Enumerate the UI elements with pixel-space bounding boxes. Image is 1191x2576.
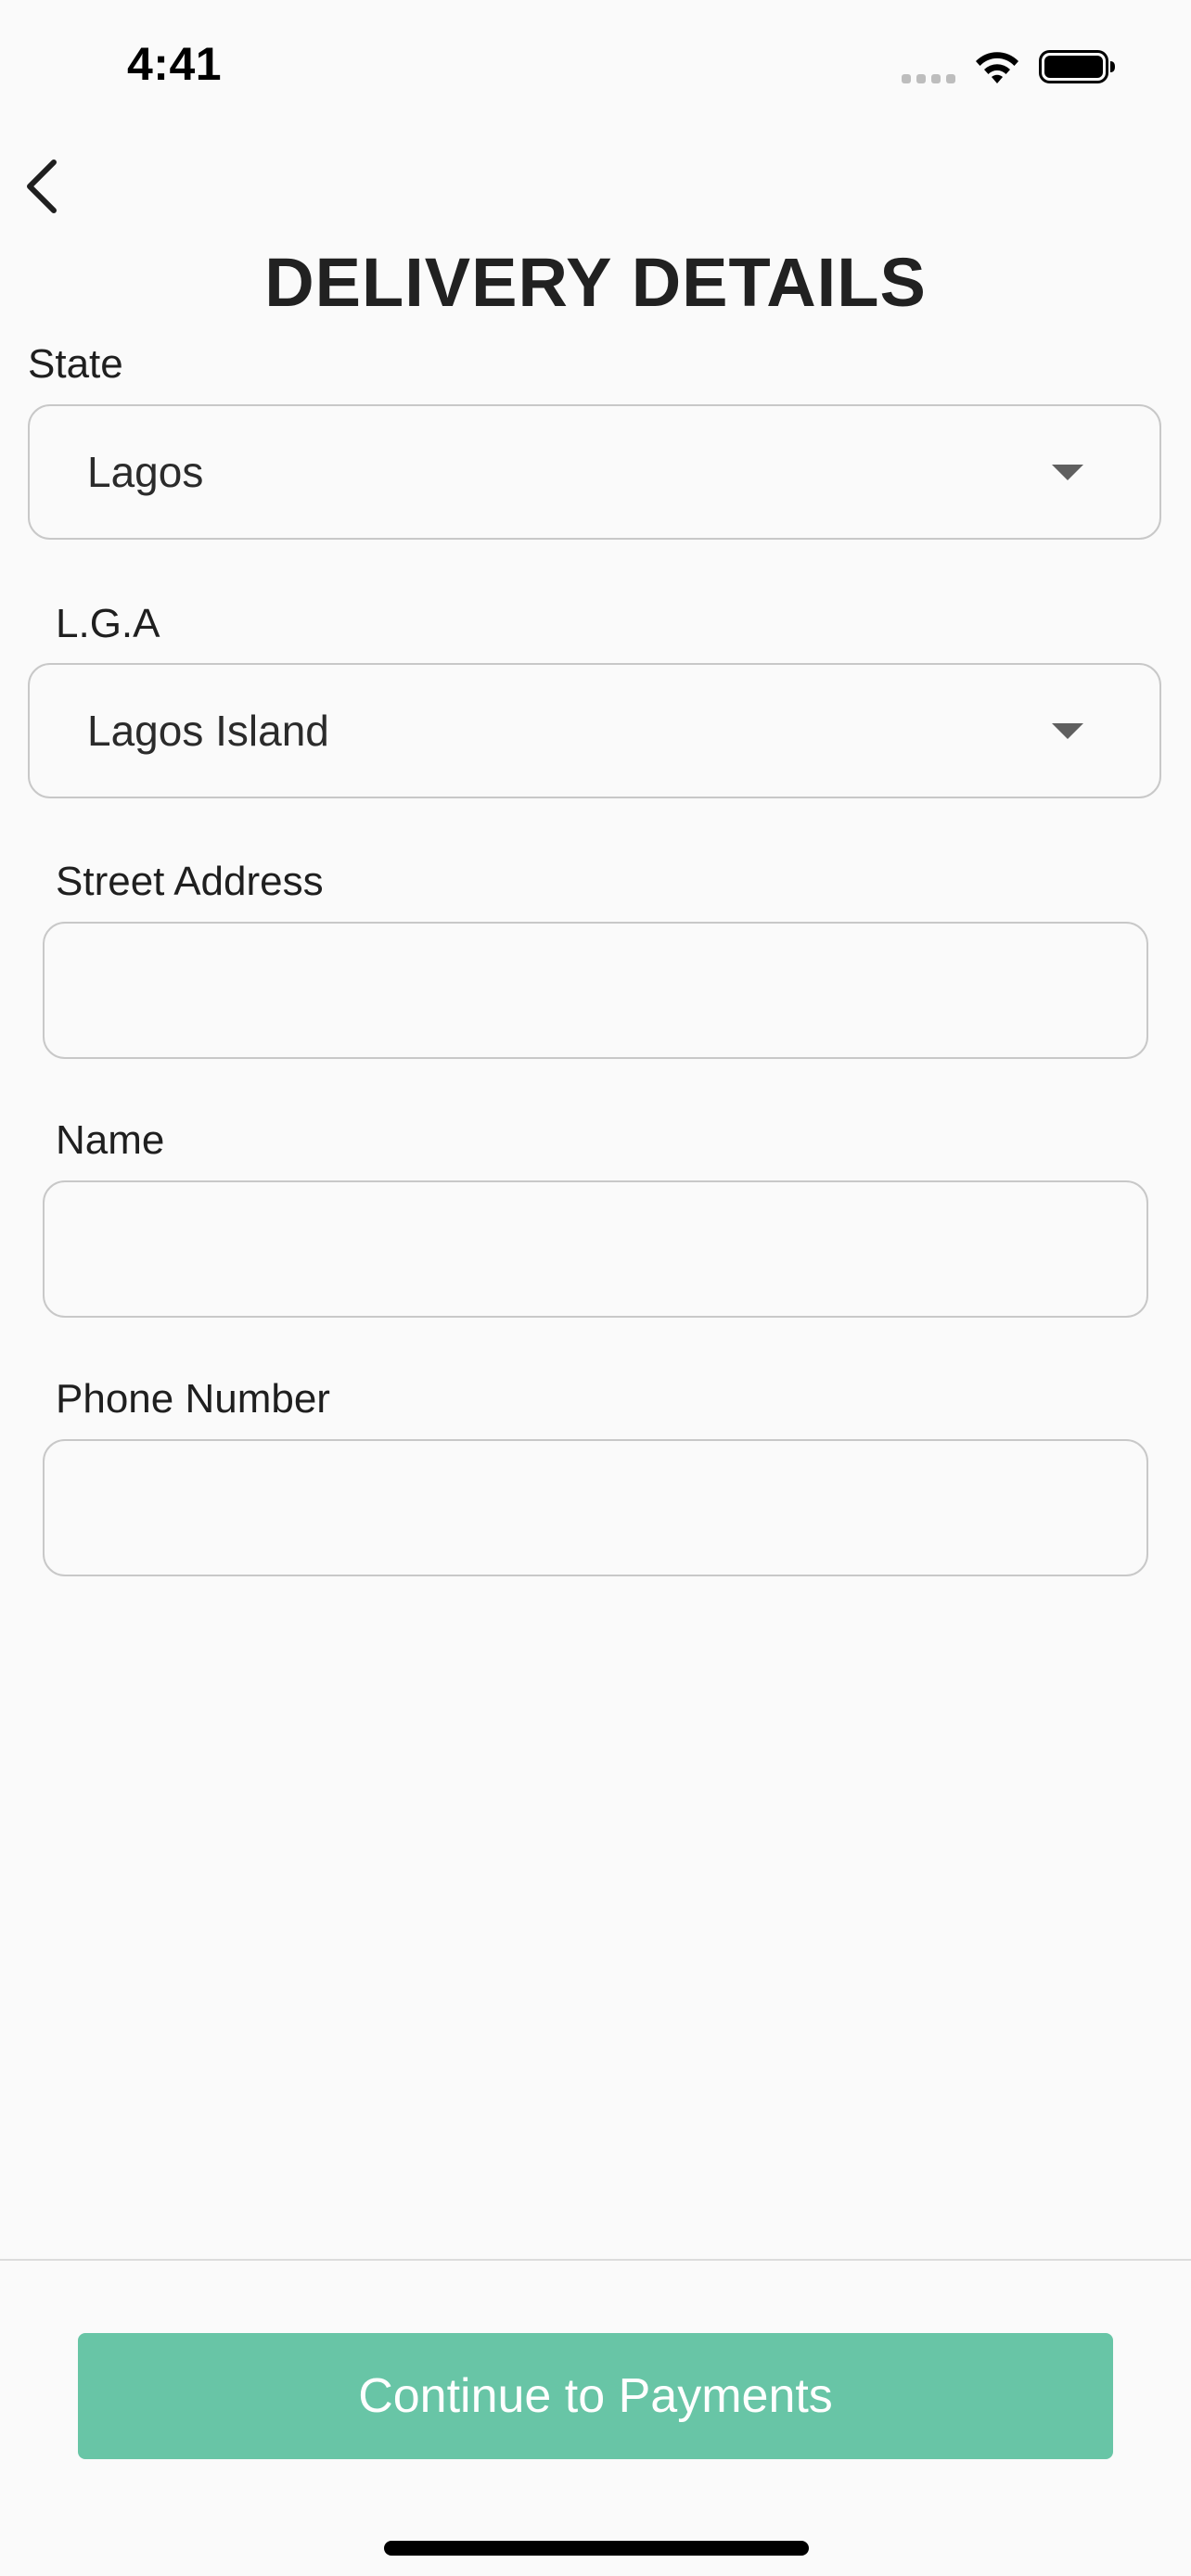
phone-number-input[interactable] — [43, 1439, 1148, 1576]
name-input[interactable] — [43, 1180, 1148, 1318]
state-dropdown-value: Lagos — [87, 448, 204, 496]
delivery-details-screen: 4:41 DELIVERY DETAILS State Lagos L.G.A … — [0, 0, 1191, 2576]
lga-label: L.G.A — [56, 601, 160, 646]
cellular-signal-icon — [902, 74, 957, 83]
lga-dropdown-value: Lagos Island — [87, 707, 329, 755]
chevron-left-icon — [27, 159, 57, 213]
page-title: DELIVERY DETAILS — [264, 244, 927, 321]
continue-to-payments-button[interactable]: Continue to Payments — [78, 2333, 1113, 2459]
state-label: State — [28, 341, 123, 387]
footer-divider — [0, 2259, 1191, 2261]
name-label: Name — [56, 1117, 165, 1163]
street-address-input[interactable] — [43, 922, 1148, 1059]
caret-down-icon — [1052, 723, 1083, 739]
wifi-icon — [976, 52, 1018, 83]
lga-dropdown[interactable]: Lagos Island — [28, 663, 1161, 798]
battery-full-icon — [1039, 50, 1115, 83]
phone-number-label: Phone Number — [56, 1376, 330, 1422]
back-button[interactable] — [13, 154, 69, 219]
street-address-label: Street Address — [56, 859, 324, 904]
caret-down-icon — [1052, 465, 1083, 480]
state-dropdown[interactable]: Lagos — [28, 404, 1161, 540]
home-indicator[interactable] — [384, 2541, 809, 2556]
status-time: 4:41 — [127, 38, 223, 90]
